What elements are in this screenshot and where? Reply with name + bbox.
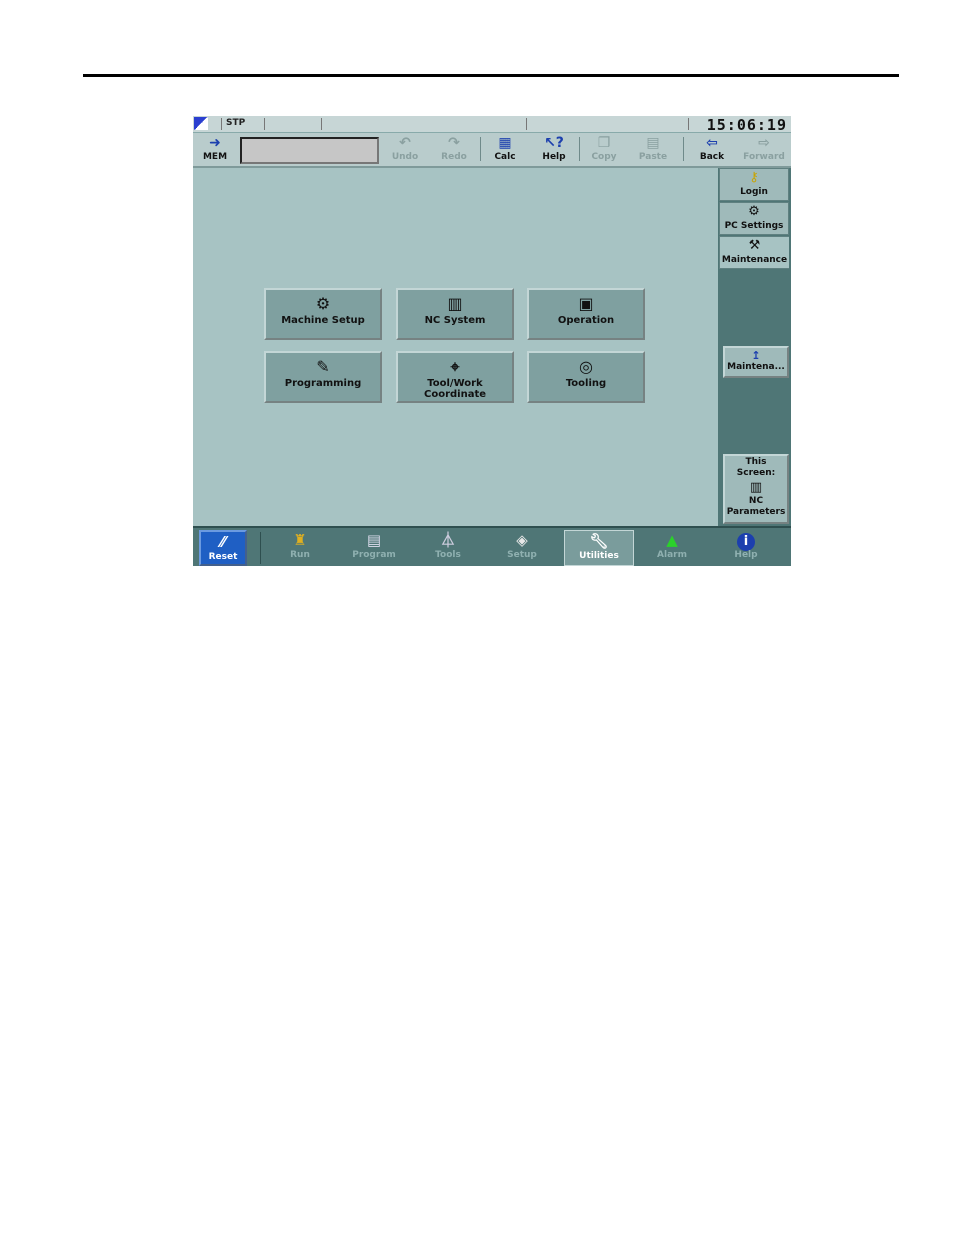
program-icon: ▤ bbox=[366, 531, 382, 549]
help-pointer-icon: ↖? bbox=[544, 135, 564, 151]
status-divider bbox=[221, 118, 222, 130]
tab-pc-settings[interactable]: ⚙ PC Settings bbox=[719, 202, 789, 235]
forward-arrow-icon: ⇨ bbox=[758, 135, 770, 151]
bottom-nav: ⁄⁄ Reset ♜ Run ▤ Program ⏃ Tools ◈ Setup… bbox=[193, 526, 791, 566]
nav-alarm[interactable]: ▲ Alarm bbox=[637, 530, 707, 566]
wrench-icon: 🔧︎ bbox=[589, 532, 609, 550]
status-divider bbox=[526, 118, 527, 130]
clock-display: 15:06:19 bbox=[706, 116, 787, 134]
toolbar: ➜ MEM ↶ Undo ↷ Redo ▦ Calc ↖? Help ❐ Cop… bbox=[193, 133, 791, 168]
toolbar-divider bbox=[480, 137, 481, 161]
tab-maintenance[interactable]: ⚒ Maintenance bbox=[719, 236, 789, 269]
nav-run[interactable]: ♜ Run bbox=[265, 530, 335, 566]
machine-setup-button[interactable]: ⚙ Machine Setup bbox=[264, 288, 382, 340]
calculator-icon: ▦ bbox=[498, 135, 512, 151]
undo-button[interactable]: ↶ Undo bbox=[383, 134, 427, 165]
nav-program[interactable]: ▤ Program bbox=[339, 530, 409, 566]
redo-icon: ↷ bbox=[448, 135, 460, 151]
help-button[interactable]: ↖? Help bbox=[532, 134, 576, 165]
copy-icon: ❐ bbox=[597, 135, 611, 151]
reset-icon: ⁄⁄ bbox=[220, 533, 226, 551]
mem-icon: ➜ bbox=[209, 135, 221, 151]
status-bar: STP 15:06:19 bbox=[193, 116, 791, 134]
tooling-button[interactable]: ◎ Tooling bbox=[527, 351, 645, 403]
forward-button[interactable]: ⇨ Forward bbox=[739, 134, 789, 165]
screen-name: NC Parameters bbox=[726, 496, 786, 517]
mem-button[interactable]: ➜ MEM bbox=[193, 134, 237, 165]
programming-icon: ✎ bbox=[316, 357, 330, 376]
info-icon: i bbox=[711, 530, 781, 551]
nav-help[interactable]: i Help bbox=[711, 530, 781, 566]
nc-system-button[interactable]: ▥ NC System bbox=[396, 288, 514, 340]
nav-utilities[interactable]: 🔧︎ Utilities bbox=[564, 530, 634, 566]
toolbar-divider bbox=[579, 137, 580, 161]
alarm-light-icon: ▲ bbox=[666, 531, 678, 549]
tab-login[interactable]: ⚷ Login bbox=[719, 168, 789, 201]
cnc-screen: STP 15:06:19 ➜ MEM ↶ Undo ↷ Redo ▦ Calc … bbox=[193, 116, 791, 566]
nav-setup[interactable]: ◈ Setup bbox=[487, 530, 557, 566]
redo-button[interactable]: ↷ Redo bbox=[432, 134, 476, 165]
reset-button[interactable]: ⁄⁄ Reset bbox=[199, 530, 247, 566]
calc-button[interactable]: ▦ Calc bbox=[483, 134, 527, 165]
status-divider bbox=[264, 118, 265, 130]
run-icon: ♜ bbox=[293, 531, 307, 549]
tool-work-coordinate-button[interactable]: ⌖ Tool/Work Coordinate bbox=[396, 351, 514, 403]
status-divider bbox=[321, 118, 322, 130]
this-screen-panel: This Screen: ▥ NC Parameters bbox=[723, 454, 789, 524]
tooling-icon: ◎ bbox=[579, 357, 593, 376]
mode-indicator: STP bbox=[226, 118, 246, 128]
nc-parameters-icon: ▥ bbox=[749, 480, 763, 495]
machine-icon: ⚙ bbox=[315, 294, 331, 313]
operation-icon: ▣ bbox=[578, 294, 594, 313]
operation-button[interactable]: ▣ Operation bbox=[527, 288, 645, 340]
back-arrow-icon: ⇦ bbox=[706, 135, 718, 151]
tools-icon: ⏃ bbox=[440, 531, 456, 549]
back-button[interactable]: ⇦ Back bbox=[690, 134, 734, 165]
programming-button[interactable]: ✎ Programming bbox=[264, 351, 382, 403]
paste-button[interactable]: ▤ Paste bbox=[631, 134, 675, 165]
paste-icon: ▤ bbox=[646, 135, 660, 151]
copy-button[interactable]: ❐ Copy bbox=[582, 134, 626, 165]
status-divider bbox=[688, 118, 689, 130]
key-icon: ⚷ bbox=[749, 170, 759, 185]
logo-icon bbox=[194, 117, 208, 130]
nav-divider bbox=[260, 532, 261, 564]
nc-system-icon: ▥ bbox=[447, 294, 463, 313]
setup-icon: ◈ bbox=[516, 531, 528, 549]
undo-icon: ↶ bbox=[399, 135, 411, 151]
header-rule bbox=[83, 74, 899, 77]
maintenance-button[interactable]: ↥ Maintena... bbox=[723, 346, 789, 378]
up-arrow-icon: ↥ bbox=[751, 349, 761, 362]
maintenance-icon: ⚒ bbox=[748, 238, 761, 253]
command-entry-field[interactable] bbox=[240, 137, 379, 164]
nav-tools[interactable]: ⏃ Tools bbox=[413, 530, 483, 566]
toolbar-divider bbox=[683, 137, 684, 161]
pc-settings-icon: ⚙ bbox=[748, 204, 760, 219]
tool-work-icon: ⌖ bbox=[450, 357, 460, 376]
